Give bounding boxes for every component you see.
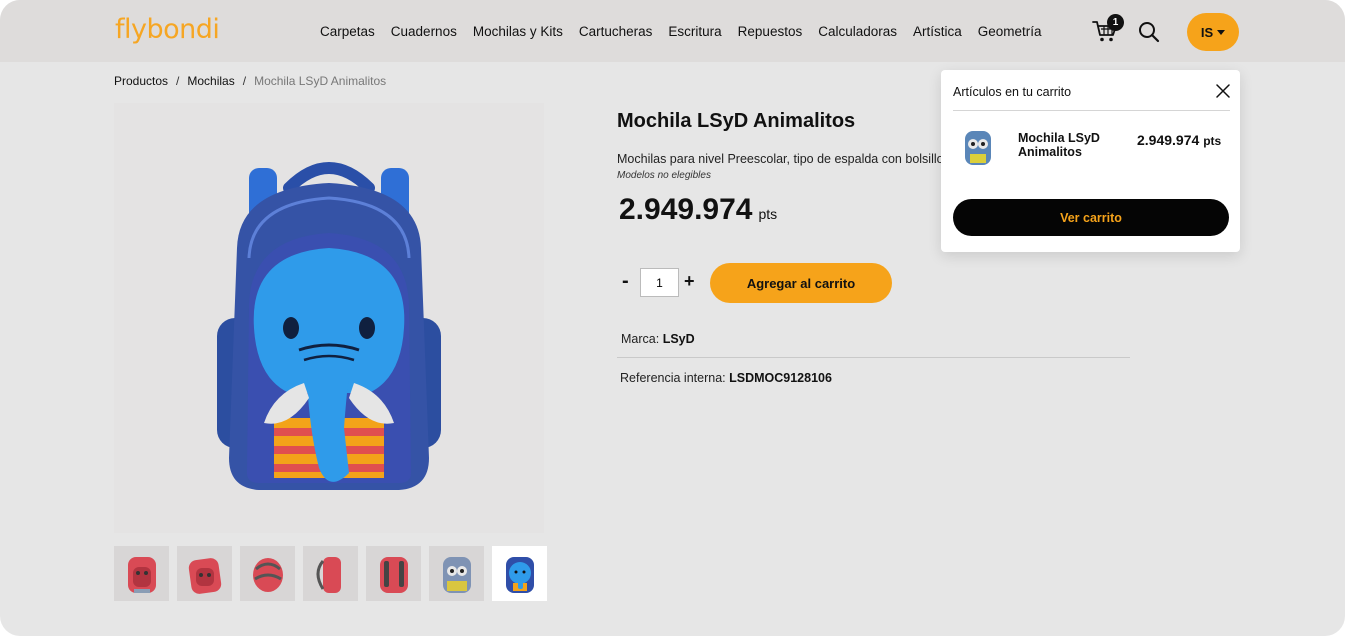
page-frame: flybondi Carpetas Cuadernos Mochilas y K… (0, 0, 1345, 636)
thumbnail-red-front[interactable] (114, 546, 169, 601)
product-main-image[interactable] (114, 103, 544, 533)
quantity-increase-button[interactable]: + (684, 271, 695, 292)
quantity-input[interactable] (640, 268, 679, 297)
product-price: 2.949.974 pts (619, 193, 777, 227)
nav-item-geometria[interactable]: Geometría (978, 24, 1042, 39)
spec-ref-label: Referencia interna: (620, 371, 726, 385)
breadcrumb-separator: / (242, 74, 247, 88)
quantity-decrease-button[interactable]: - (622, 270, 629, 293)
spec-brand-label: Marca: (621, 332, 660, 346)
price-value: 2.949.974 (619, 193, 753, 226)
nav-item-artistica[interactable]: Artística (913, 24, 962, 39)
nav-item-cuadernos[interactable]: Cuadernos (391, 24, 457, 39)
cart-popup-divider (953, 110, 1230, 111)
close-icon[interactable] (1216, 84, 1230, 98)
spec-reference: Referencia interna: LSDMOC9128106 (620, 371, 832, 385)
thumbnail-red-side[interactable] (303, 546, 358, 601)
spec-brand: Marca: LSyD (621, 332, 695, 346)
owl-backpack-thumb (965, 131, 991, 165)
top-header: flybondi Carpetas Cuadernos Mochilas y K… (0, 0, 1345, 62)
site-logo[interactable]: flybondi (115, 14, 220, 45)
cart-popup-title: Artículos en tu carrito (953, 85, 1072, 99)
nav-item-repuestos[interactable]: Repuestos (738, 24, 803, 39)
breadcrumb: Productos / Mochilas / Mochila LSyD Anim… (114, 74, 386, 88)
cart-count-badge: 1 (1107, 14, 1124, 31)
product-note: Modelos no elegibles (617, 170, 711, 181)
breadcrumb-mochilas[interactable]: Mochilas (187, 74, 234, 88)
product-title: Mochila LSyD Animalitos (617, 110, 856, 132)
elephant-backpack-thumb (505, 556, 534, 593)
user-menu-button[interactable]: IS (1187, 13, 1239, 51)
spec-brand-value: LSyD (662, 332, 695, 346)
view-cart-button[interactable]: Ver carrito (953, 199, 1229, 236)
cart-item-price-unit: pts (1203, 134, 1222, 148)
spec-ref-value: LSDMOC9128106 (729, 371, 832, 385)
red-backpack-thumb (316, 556, 341, 593)
cart-item-name: Mochila LSyD Animalitos (1018, 131, 1100, 159)
breadcrumb-productos[interactable]: Productos (114, 74, 168, 88)
cart-item-image (959, 128, 997, 168)
nav-item-escritura[interactable]: Escritura (668, 24, 721, 39)
cart-item-price: 2.949.974 pts (1137, 132, 1221, 148)
price-unit: pts (758, 206, 778, 222)
thumbnail-elephant[interactable] (492, 546, 547, 601)
red-backpack-thumb (127, 556, 156, 593)
chevron-down-icon (1217, 29, 1226, 35)
product-description: Mochilas para nivel Preescolar, tipo de … (617, 152, 944, 166)
nav-item-mochilas-y-kits[interactable]: Mochilas y Kits (473, 24, 563, 39)
product-thumbnails (114, 546, 547, 601)
red-backpack-thumb (379, 556, 408, 593)
nav-item-cartucheras[interactable]: Cartucheras (579, 24, 653, 39)
thumbnail-red-angle[interactable] (177, 546, 232, 601)
add-to-cart-button[interactable]: Agregar al carrito (710, 263, 892, 303)
spec-divider (617, 357, 1130, 358)
cart-item-price-value: 2.949.974 (1137, 132, 1200, 148)
nav-item-calculadoras[interactable]: Calculadoras (818, 24, 897, 39)
thumbnail-red-back[interactable] (366, 546, 421, 601)
thumbnail-red-top[interactable] (240, 546, 295, 601)
owl-backpack-thumb (442, 556, 471, 593)
breadcrumb-current: Mochila LSyD Animalitos (254, 74, 387, 88)
thumbnail-owl[interactable] (429, 546, 484, 601)
red-backpack-thumb (252, 557, 283, 592)
nav-item-carpetas[interactable]: Carpetas (320, 24, 375, 39)
red-backpack-thumb (188, 557, 221, 594)
user-initials: IS (1200, 24, 1214, 40)
elephant-backpack-image (217, 162, 441, 490)
main-nav: Carpetas Cuadernos Mochilas y Kits Cartu… (320, 24, 1042, 39)
breadcrumb-separator: / (176, 74, 180, 88)
search-icon[interactable] (1138, 21, 1160, 43)
cart-popup: Artículos en tu carrito Mochila LSyD Ani… (941, 70, 1240, 252)
